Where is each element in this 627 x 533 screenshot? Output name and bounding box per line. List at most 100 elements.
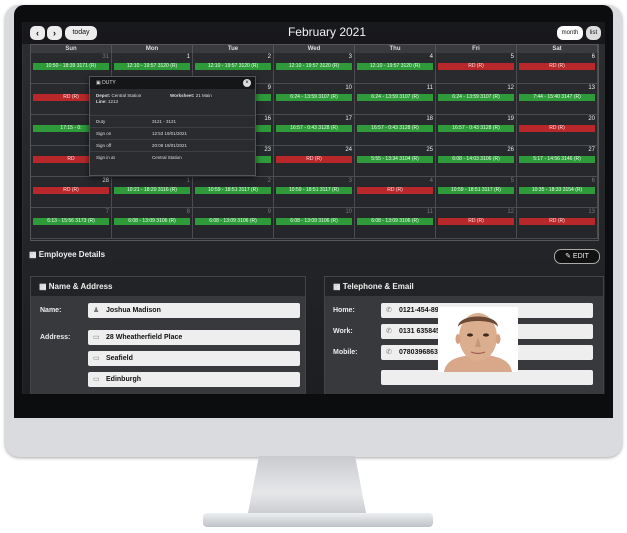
calendar-day-cell[interactable]: 6 RD (R) xyxy=(517,53,598,84)
mobile-phone-value: 07803968633 xyxy=(399,349,442,356)
calendar-day-cell[interactable]: 6 10:35 - 18:33 3154 (R) xyxy=(517,177,598,208)
day-number: 13 xyxy=(588,85,595,91)
calendar-day-cell[interactable]: 25 5:55 - 13:34 3104 (R) xyxy=(355,146,436,177)
duty-event[interactable]: 10:59 - 18:51 3117 (R) xyxy=(438,187,514,194)
calendar-day-cell[interactable]: 5 10:59 - 18:51 3117 (R) xyxy=(436,177,517,208)
address-line-2-field[interactable]: ▭ Seafield xyxy=(88,351,300,366)
calendar-day-cell[interactable]: 10 6:08 - 13:09 3106 (R) xyxy=(274,208,355,239)
depot-value: Central Station xyxy=(111,93,142,98)
rest-day-event[interactable]: RD (R) xyxy=(276,156,352,163)
email-field[interactable] xyxy=(381,370,593,385)
next-month-button[interactable]: › xyxy=(47,26,62,40)
duty-event[interactable]: 5:17 - 14:56 3146 (R) xyxy=(519,156,595,163)
phone-icon: ✆ xyxy=(386,307,392,314)
duty-event[interactable]: 12:10 - 19:57 3120 (R) xyxy=(195,63,271,70)
address-line-3-field[interactable]: ▭ Edinburgh xyxy=(88,372,300,387)
duty-event[interactable]: 6:08 - 13:09 3106 (R) xyxy=(195,218,271,225)
monitor-base xyxy=(203,513,433,527)
calendar-day-cell[interactable]: 12 6:24 - 13:59 3107 (R) xyxy=(436,84,517,115)
rest-day-event[interactable]: RD (R) xyxy=(519,218,595,225)
calendar-day-cell[interactable]: 18 16:57 - 0:43 3128 (R) xyxy=(355,115,436,146)
calendar-day-cell[interactable]: 26 6:08 - 14:03 3106 (R) xyxy=(436,146,517,177)
rest-day-event[interactable]: RD (R) xyxy=(438,63,514,70)
list-view-button[interactable]: list xyxy=(586,26,601,40)
duty-event[interactable]: 5:55 - 13:34 3104 (R) xyxy=(357,156,433,163)
address-line-1-field[interactable]: ▭ 28 Wheatherfield Place xyxy=(88,330,300,345)
rest-day-event[interactable]: RD (R) xyxy=(357,187,433,194)
address-label: Address: xyxy=(40,334,71,341)
prev-month-button[interactable]: ‹ xyxy=(30,26,45,40)
calendar-week-row: 28 RD (R) 1 10:21 - 18:20 3116 (R) 2 10:59 - … xyxy=(31,177,598,208)
calendar-day-cell[interactable]: 20 RD (R) xyxy=(517,115,598,146)
close-icon[interactable]: × xyxy=(243,79,251,87)
employee-details-title: ▦ Employee Details xyxy=(29,250,105,259)
duty-event[interactable]: 10:21 - 18:20 3116 (R) xyxy=(114,187,190,194)
name-field[interactable]: ♟ Joshua Madison xyxy=(88,303,300,318)
edit-button[interactable]: ✎ EDIT xyxy=(554,249,600,264)
calendar-day-cell[interactable]: 13 7:44 - 15:40 3147 (R) xyxy=(517,84,598,115)
calendar-day-cell[interactable]: 12 RD (R) xyxy=(436,208,517,239)
duty-event[interactable]: 6:08 - 13:09 3106 (R) xyxy=(357,218,433,225)
duty-event[interactable]: 6:24 - 13:59 3107 (R) xyxy=(276,94,352,101)
sign-in-at-value: Central Station xyxy=(152,155,182,160)
duty-event[interactable]: 16:57 - 0:43 3128 (R) xyxy=(276,125,352,132)
day-number: 4 xyxy=(429,178,433,184)
duty-popup-info: Depot: Central Station Line: 1213 Worksh… xyxy=(90,89,255,115)
duty-event[interactable]: 16:57 - 0:43 3128 (R) xyxy=(438,125,514,132)
calendar-day-cell[interactable]: 3 12:10 - 19:57 3120 (R) xyxy=(274,53,355,84)
duty-event[interactable]: 10:59 - 18:51 3117 (R) xyxy=(195,187,271,194)
duty-event[interactable]: 6:08 - 13:09 3106 (R) xyxy=(276,218,352,225)
duty-event[interactable]: 6:08 - 14:03 3106 (R) xyxy=(438,156,514,163)
duty-event[interactable]: 10:50 - 18:39 3171 (R) xyxy=(33,63,109,70)
calendar-day-cell[interactable]: 11 6:24 - 13:59 3107 (R) xyxy=(355,84,436,115)
duty-event[interactable]: 6:24 - 13:59 3107 (R) xyxy=(357,94,433,101)
duty-event[interactable]: 6:08 - 13:09 3106 (R) xyxy=(114,218,190,225)
calendar-day-cell[interactable]: 2 10:59 - 18:51 3117 (R) xyxy=(193,177,274,208)
home-label: Home: xyxy=(333,307,355,314)
worksheet-value: 21 Main xyxy=(195,93,212,98)
calendar-day-cell[interactable]: 9 6:08 - 13:09 3106 (R) xyxy=(193,208,274,239)
day-number: 20 xyxy=(588,116,595,122)
dow-fri: Fri xyxy=(436,45,517,53)
calendar-day-cell[interactable]: 28 RD (R) xyxy=(31,177,112,208)
calendar-day-cell[interactable]: 27 5:17 - 14:56 3146 (R) xyxy=(517,146,598,177)
duty-event[interactable]: 16:57 - 0:43 3128 (R) xyxy=(357,125,433,132)
rest-day-event[interactable]: RD (R) xyxy=(519,63,595,70)
pencil-icon: ✎ xyxy=(565,253,573,260)
calendar-day-cell[interactable]: 5 RD (R) xyxy=(436,53,517,84)
duty-event[interactable]: 10:35 - 18:33 3154 (R) xyxy=(519,187,595,194)
day-number: 3 xyxy=(348,178,352,184)
calendar-day-cell[interactable]: 8 6:08 - 13:09 3106 (R) xyxy=(112,208,193,239)
duty-event[interactable]: 12:10 - 19:57 3120 (R) xyxy=(357,63,433,70)
employee-photo-image xyxy=(438,307,518,372)
day-number: 6 xyxy=(591,54,595,60)
duty-event[interactable]: 12:10 - 19:57 3120 (R) xyxy=(114,63,190,70)
depot-label: Depot: xyxy=(96,93,111,98)
duty-event[interactable]: 6:24 - 13:59 3107 (R) xyxy=(438,94,514,101)
calendar-day-cell[interactable]: 13 RD (R) xyxy=(517,208,598,239)
calendar-day-cell[interactable]: 4 12:10 - 19:57 3120 (R) xyxy=(355,53,436,84)
calendar-day-cell[interactable]: 4 RD (R) xyxy=(355,177,436,208)
rest-day-event[interactable]: RD (R) xyxy=(519,125,595,132)
calendar-day-cell[interactable]: 3 10:59 - 18:51 3117 (R) xyxy=(274,177,355,208)
calendar-day-cell[interactable]: 11 6:08 - 13:09 3106 (R) xyxy=(355,208,436,239)
duty-event[interactable]: 10:59 - 18:51 3117 (R) xyxy=(276,187,352,194)
sign-on-value: 12:53 19/01/2021 xyxy=(152,131,188,136)
day-number: 1 xyxy=(186,178,190,184)
duty-event[interactable]: 12:10 - 19:57 3120 (R) xyxy=(276,63,352,70)
calendar-day-cell[interactable]: 1 10:21 - 18:20 3116 (R) xyxy=(112,177,193,208)
calendar-day-cell[interactable]: 10 6:24 - 13:59 3107 (R) xyxy=(274,84,355,115)
day-number: 25 xyxy=(426,147,433,153)
calendar-day-cell[interactable]: 19 16:57 - 0:43 3128 (R) xyxy=(436,115,517,146)
rest-day-event[interactable]: RD (R) xyxy=(33,187,109,194)
month-view-button[interactable]: month xyxy=(557,26,583,40)
today-button[interactable]: today xyxy=(65,26,97,40)
day-number: 5 xyxy=(510,54,514,60)
rest-day-event[interactable]: RD (R) xyxy=(438,218,514,225)
calendar-day-cell[interactable]: 24 RD (R) xyxy=(274,146,355,177)
duty-event[interactable]: 6:13 - 15:56 3173 (R) xyxy=(33,218,109,225)
calendar-day-cell[interactable]: 17 16:57 - 0:43 3128 (R) xyxy=(274,115,355,146)
duty-event[interactable]: 7:44 - 15:40 3147 (R) xyxy=(519,94,595,101)
mobile-label: Mobile: xyxy=(333,349,358,356)
calendar-day-cell[interactable]: 7 6:13 - 15:56 3173 (R) xyxy=(31,208,112,239)
